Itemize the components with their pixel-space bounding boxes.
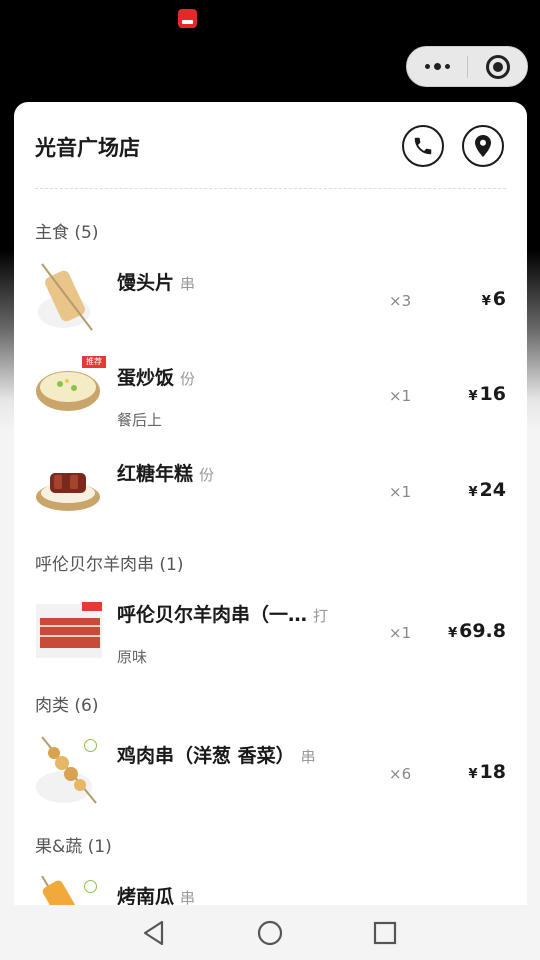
list-item[interactable]: 红糖年糕份 ×1 ¥24 xyxy=(14,453,527,543)
list-item[interactable]: 推荐 蛋炒饭份 餐后上 ×1 ¥16 xyxy=(14,356,527,447)
home-circle-icon xyxy=(257,920,283,946)
item-name: 蛋炒饭份 xyxy=(117,367,196,389)
call-button[interactable] xyxy=(402,125,444,167)
item-unit: 份 xyxy=(180,370,196,388)
list-item[interactable]: 呼伦贝尔羊肉串（一… 打 原味 ×1 ¥69.8 xyxy=(14,594,527,684)
leaf-icon xyxy=(84,739,97,752)
store-name: 光音广场店 xyxy=(35,136,140,160)
back-triangle-icon xyxy=(143,920,164,946)
item-quantity: ×6 xyxy=(389,765,412,783)
item-name: 呼伦贝尔羊肉串（一… 打 xyxy=(117,604,329,626)
item-quantity: ×1 xyxy=(389,624,412,642)
item-price: ¥24 xyxy=(468,479,507,501)
location-button[interactable] xyxy=(462,125,504,167)
nav-back-button[interactable] xyxy=(140,919,168,947)
order-card: 光音广场店 主食 (5) 馒头片串 ×3 ¥6 推荐 蛋炒饭 份 餐后上 ×1 … xyxy=(14,102,527,922)
item-name: 馒头片串 xyxy=(117,272,196,294)
item-image xyxy=(38,263,93,331)
recent-square-icon xyxy=(373,921,397,945)
item-unit: 串 xyxy=(180,275,196,293)
app-notification-icon xyxy=(178,9,197,28)
more-dots-icon[interactable] xyxy=(407,47,467,86)
item-unit: 串 xyxy=(300,748,316,766)
item-quantity: ×1 xyxy=(389,387,412,405)
nav-recent-button[interactable] xyxy=(371,919,399,947)
list-item[interactable]: 鸡肉串（洋葱 香菜）串 ×6 ¥18 xyxy=(14,735,527,825)
item-quantity: ×3 xyxy=(389,292,412,310)
item-price: ¥16 xyxy=(468,383,507,405)
item-quantity: ×1 xyxy=(389,483,412,501)
header-divider xyxy=(35,188,506,189)
miniprogram-capsule xyxy=(406,46,528,87)
leaf-icon xyxy=(84,880,97,893)
section-title: 呼伦贝尔羊肉串 (1) xyxy=(35,555,184,575)
nav-home-button[interactable] xyxy=(256,919,284,947)
section-title: 主食 (5) xyxy=(35,223,99,243)
target-close-icon[interactable] xyxy=(468,54,527,79)
item-price: ¥69.8 xyxy=(448,620,506,642)
item-price: ¥6 xyxy=(481,288,506,310)
item-unit: 份 xyxy=(199,466,215,484)
item-image xyxy=(36,602,102,658)
section-title: 肉类 (6) xyxy=(35,696,99,716)
location-pin-icon xyxy=(475,135,491,157)
item-name: 红糖年糕份 xyxy=(117,463,215,485)
item-unit: 打 xyxy=(313,607,329,625)
recommend-badge: 推荐 xyxy=(82,356,106,368)
item-image xyxy=(36,473,100,511)
item-name: 鸡肉串（洋葱 香菜）串 xyxy=(117,745,316,767)
section-title: 果&蔬 (1) xyxy=(35,837,112,857)
item-price: ¥18 xyxy=(468,761,507,783)
system-navbar xyxy=(0,905,540,960)
phone-icon xyxy=(414,137,432,155)
list-item[interactable]: 馒头片串 ×3 ¥6 xyxy=(14,262,527,352)
item-note: 原味 xyxy=(117,648,148,666)
item-note: 餐后上 xyxy=(117,411,163,429)
